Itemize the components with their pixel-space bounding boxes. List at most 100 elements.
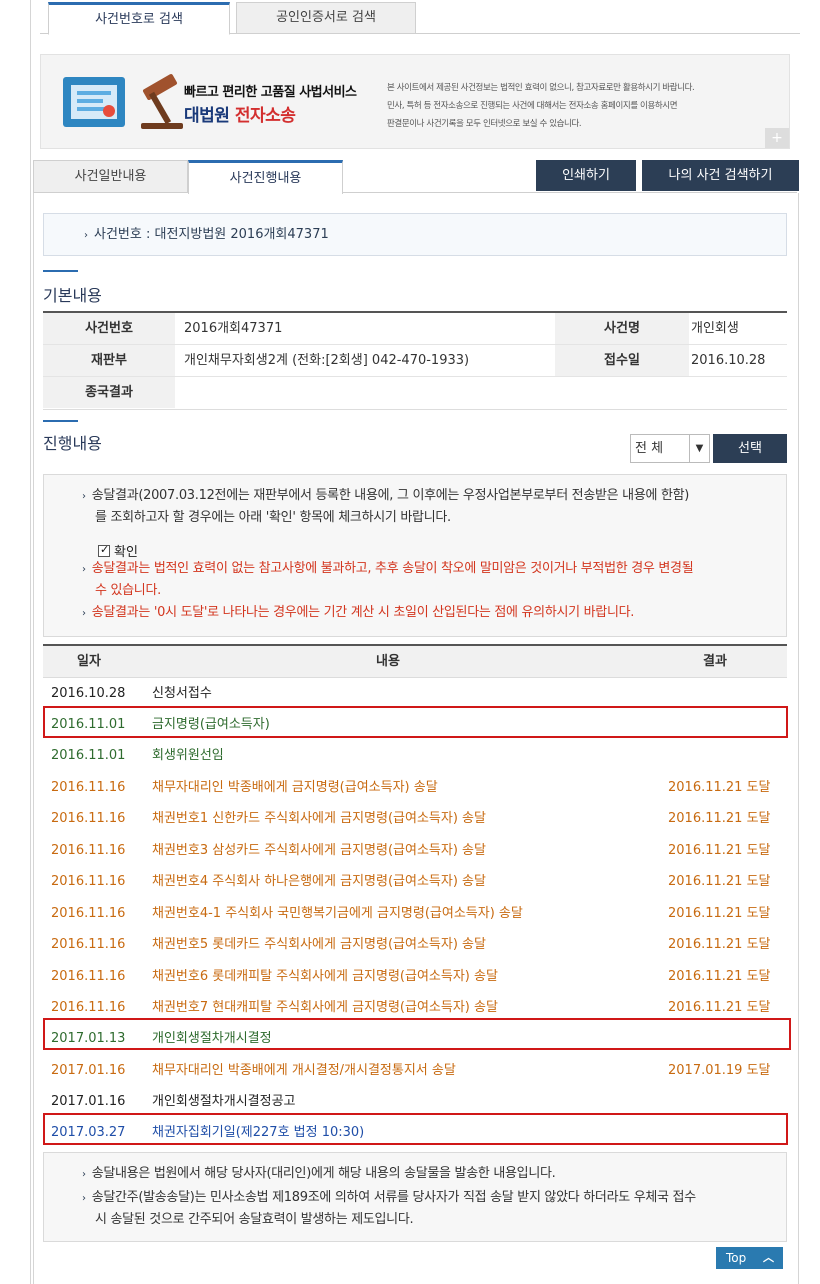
- footer-notice-box: › 송달내용은 법원에서 해당 당사자(대리인)에게 해당 내용의 송달물을 발송…: [43, 1152, 787, 1242]
- progress-row: 2016.11.16 채권번호1 신한카드 주식회사에게 금지명령(급여소득자) …: [43, 803, 787, 834]
- progress-date: 2016.11.16: [51, 874, 126, 889]
- progress-content: 신청서접수: [152, 686, 212, 701]
- progress-row: 2016.11.16 채권번호4 주식회사 하나은행에게 금지명령(급여소득자) …: [43, 866, 787, 897]
- progress-date: 2016.11.16: [51, 843, 126, 858]
- checkbox-icon[interactable]: [98, 543, 110, 557]
- progress-row: 2017.01.16 채무자대리인 박종배에게 개시결정/개시결정통지서 송달 20…: [43, 1055, 787, 1086]
- progress-row: 2016.11.16 채무자대리인 박종배에게 금지명령(급여소득자) 송달 201…: [43, 772, 787, 803]
- bullet-icon: ›: [82, 564, 86, 575]
- progress-content: 회생위원선임: [152, 748, 224, 763]
- banner-description: 본 사이트에서 제공된 사건정보는 법적인 효력이 없으니, 참고자료로만 활용…: [387, 79, 777, 133]
- column-header-content: 내용: [376, 654, 400, 669]
- tab-certificate-search[interactable]: 공인인증서로 검색: [236, 2, 416, 34]
- info-label: 사건번호: [43, 313, 175, 344]
- chevron-down-icon: ▼: [689, 435, 709, 462]
- progress-date: 2017.01.16: [51, 1063, 126, 1078]
- basic-section-title: 기본내용: [43, 286, 102, 305]
- tab-case-number-search[interactable]: 사건번호로 검색: [48, 2, 230, 35]
- print-button[interactable]: 인쇄하기: [536, 160, 636, 191]
- highlight-box: [43, 1113, 788, 1145]
- info-label: 접수일: [555, 345, 689, 376]
- section-marker: [43, 420, 78, 422]
- court-illustration-icon: [63, 74, 183, 129]
- progress-date: 2016.10.28: [51, 686, 126, 701]
- progress-result: 2016.11.21 도달: [668, 906, 771, 921]
- banner-desc-line: 판결문이나 사건기록을 모두 인터넷으로 보실 수 있습니다.: [387, 119, 582, 129]
- progress-row: 2016.11.16 채권번호3 삼성카드 주식회사에게 금지명령(급여소득자) …: [43, 835, 787, 866]
- progress-content: 채권번호5 롯데카드 주식회사에게 금지명령(급여소득자) 송달: [152, 937, 486, 952]
- info-label: 사건명: [555, 313, 689, 344]
- footer-notice-text: › 송달내용은 법원에서 해당 당사자(대리인)에게 해당 내용의 송달물을 발송…: [82, 1166, 556, 1181]
- progress-result: 2017.01.19 도달: [668, 1063, 771, 1078]
- progress-table-body: 2016.10.28 신청서접수 2016.11.01 금지명령(급여소득자) 2016…: [43, 678, 787, 1148]
- progress-table-header: 일자 내용 결과: [43, 646, 787, 678]
- search-tabs: 사건번호로 검색 공인인증서로 검색: [40, 0, 800, 35]
- progress-filter-select[interactable]: 전 체 ▼: [630, 434, 710, 463]
- page: 사건번호로 검색 공인인증서로 검색 빠르고 편리한 고품질 사법서비스 대법원…: [0, 0, 820, 1284]
- tab-case-progress[interactable]: 사건진행내용: [188, 160, 343, 194]
- progress-row: 2016.11.16 채권번호5 롯데카드 주식회사에게 금지명령(급여소득자) …: [43, 929, 787, 960]
- info-label: 재판부: [43, 345, 175, 376]
- notice-warning: › 송달결과는 '0시 도달'로 나타나는 경우에는 기간 계산 시 초일이 산입…: [82, 605, 635, 620]
- banner-desc-line: 민사, 특허 등 전자소송으로 진행되는 사건에 대해서는 전자소송 홈페이지를…: [387, 101, 678, 111]
- info-value: 개인채무자회생2계 (전화:[2회생] 042-470-1933): [184, 353, 470, 368]
- banner-brand: 대법원 전자소송: [184, 101, 296, 126]
- progress-result: 2016.11.21 도달: [668, 780, 771, 795]
- highlight-box: [43, 706, 788, 738]
- scroll-top-button[interactable]: Top ︿: [716, 1247, 783, 1269]
- footer-notice-text: › 송달간주(발송송달)는 민사소송법 제189조에 의하여 서류를 당사자가 직…: [82, 1190, 696, 1205]
- bullet-icon: ›: [84, 230, 88, 241]
- progress-date: 2016.11.16: [51, 906, 126, 921]
- chevron-up-icon: ︿: [763, 1251, 774, 1264]
- progress-content: 채무자대리인 박종배에게 개시결정/개시결정통지서 송달: [152, 1063, 456, 1078]
- progress-date: 2016.11.16: [51, 969, 126, 984]
- section-marker: [43, 270, 78, 272]
- column-header-result: 결과: [703, 654, 727, 669]
- progress-row: 2016.10.28 신청서접수: [43, 678, 787, 709]
- progress-row: 2016.11.01 회생위원선임: [43, 740, 787, 771]
- progress-content: 채권번호4-1 주식회사 국민행복기금에게 금지명령(급여소득자) 송달: [152, 906, 523, 921]
- info-value: 2016개회47371: [184, 321, 283, 336]
- select-button[interactable]: 선택: [713, 434, 787, 463]
- progress-row: 2016.11.16 채권번호6 롯데캐피탈 주식회사에게 금지명령(급여소득자)…: [43, 961, 787, 992]
- bullet-icon: ›: [82, 1193, 86, 1204]
- notice-warning: 수 있습니다.: [95, 583, 161, 598]
- progress-date: 2016.11.16: [51, 780, 126, 795]
- case-number-text: 사건번호 : 대전지방법원 2016개회47371: [94, 227, 329, 242]
- footer-notice-text: 시 송달된 것으로 간주되어 송달효력이 발생하는 제도입니다.: [95, 1212, 414, 1227]
- progress-result: 2016.11.21 도달: [668, 843, 771, 858]
- column-header-date: 일자: [77, 654, 101, 669]
- info-value: 개인회생: [691, 321, 739, 336]
- progress-content: 채권번호6 롯데캐피탈 주식회사에게 금지명령(급여소득자) 송달: [152, 969, 498, 984]
- progress-content: 채권번호3 삼성카드 주식회사에게 금지명령(급여소득자) 송달: [152, 843, 486, 858]
- banner-desc-line: 본 사이트에서 제공된 사건정보는 법적인 효력이 없으니, 참고자료로만 활용…: [387, 83, 695, 93]
- ecourt-banner[interactable]: 빠르고 편리한 고품질 사법서비스 대법원 전자소송 본 사이트에서 제공된 사…: [40, 54, 790, 149]
- delivery-notice-box: › 송달결과(2007.03.12전에는 재판부에서 등록한 내용에, 그 이후에…: [43, 474, 787, 637]
- info-row: 종국결과: [43, 377, 787, 409]
- notice-warning: › 송달결과는 법적인 효력이 없는 참고사항에 불과하고, 추후 송달이 착오에…: [82, 561, 694, 576]
- tab-case-general[interactable]: 사건일반내용: [33, 160, 188, 193]
- bullet-icon: ›: [82, 1169, 86, 1180]
- filter-selected-value: 전 체: [635, 441, 664, 456]
- progress-content: 채권번호4 주식회사 하나은행에게 금지명령(급여소득자) 송달: [152, 874, 486, 889]
- progress-date: 2016.11.16: [51, 937, 126, 952]
- progress-content: 채무자대리인 박종배에게 금지명령(급여소득자) 송달: [152, 780, 438, 795]
- banner-tagline: 빠르고 편리한 고품질 사법서비스: [184, 85, 357, 100]
- case-number-box: › 사건번호 : 대전지방법원 2016개회47371: [43, 213, 787, 256]
- info-row: 사건번호 2016개회47371 사건명 개인회생: [43, 313, 787, 345]
- my-case-search-button[interactable]: 나의 사건 검색하기: [642, 160, 799, 191]
- top-label: Top: [726, 1251, 747, 1265]
- notice-text: 를 조회하고자 할 경우에는 아래 '확인' 항목에 체크하시기 바랍니다.: [95, 510, 451, 525]
- highlight-box: [43, 1018, 791, 1050]
- progress-section-title: 진행내용: [43, 434, 102, 453]
- info-row: 재판부 개인채무자회생2계 (전화:[2회생] 042-470-1933) 접수…: [43, 345, 787, 377]
- progress-content: 채권번호1 신한카드 주식회사에게 금지명령(급여소득자) 송달: [152, 811, 486, 826]
- progress-row: 2016.11.16 채권번호4-1 주식회사 국민행복기금에게 금지명령(급여소…: [43, 898, 787, 929]
- basic-info-table: 사건번호 2016개회47371 사건명 개인회생 재판부 개인채무자회생2계 …: [43, 311, 787, 410]
- bullet-icon: ›: [82, 608, 86, 619]
- banner-brand-prefix: 대법원: [184, 106, 230, 126]
- progress-result: 2016.11.21 도달: [668, 811, 771, 826]
- info-value: 2016.10.28: [691, 353, 766, 368]
- notice-text: › 송달결과(2007.03.12전에는 재판부에서 등록한 내용에, 그 이후에…: [82, 488, 690, 503]
- plus-icon[interactable]: +: [765, 128, 789, 148]
